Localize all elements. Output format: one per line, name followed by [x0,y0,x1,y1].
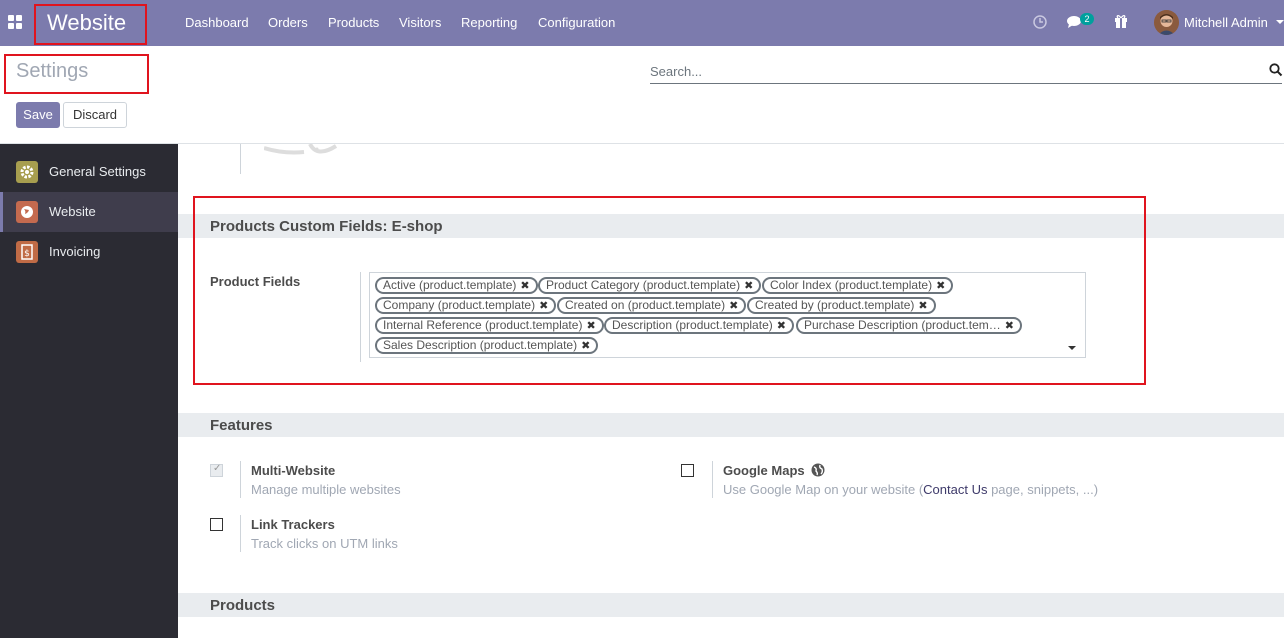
dropdown-caret-icon[interactable] [1068,346,1076,350]
multi-website-description: Manage multiple websites [251,482,401,497]
tag-remove-icon[interactable]: ✖ [729,300,738,312]
tag-remove-icon[interactable]: ✖ [1005,320,1014,332]
product-fields-label: Product Fields [210,274,301,289]
page-title: Settings [16,60,89,82]
menu-configuration[interactable]: Configuration [538,15,615,30]
tag-remove-icon[interactable]: ✖ [539,300,548,312]
tag[interactable]: Sales Description (product.template) ✖ [375,337,599,354]
divider [240,144,241,174]
menu-dashboard[interactable]: Dashboard [185,15,249,30]
sidebar-item-website[interactable]: Website [0,192,178,232]
messages-badge: 2 [1080,13,1094,25]
user-avatar[interactable] [1154,10,1179,35]
divider [240,515,241,552]
settings-content: Products Custom Fields: E-shop Product F… [178,144,1284,638]
sidebar-item-invoicing[interactable]: $ Invoicing [0,232,178,272]
google-maps-checkbox[interactable] [681,464,694,477]
tag[interactable]: Description (product.template) ✖ [604,317,794,334]
tag-remove-icon[interactable]: ✖ [586,320,595,332]
clock-icon[interactable] [1033,13,1047,33]
tag[interactable]: Color Index (product.template) ✖ [762,277,954,294]
menu-visitors[interactable]: Visitors [399,15,441,30]
divider [240,461,241,498]
search-input[interactable] [650,60,1282,84]
google-maps-title: Google Maps [723,463,825,478]
sidebar-item-label: General Settings [49,164,146,179]
multi-website-title: Multi-Website [251,463,336,478]
multi-website-checkbox[interactable] [210,463,223,477]
google-maps-description: Use Google Map on your website (Contact … [723,482,1099,497]
menu-orders[interactable]: Orders [268,15,308,30]
globe-icon [16,201,38,223]
save-button[interactable]: Save [16,102,60,128]
menu-reporting[interactable]: Reporting [461,15,517,30]
tag[interactable]: Created on (product.template) ✖ [557,297,747,314]
tag[interactable]: Company (product.template) ✖ [375,297,557,314]
product-fields-many2many-tags[interactable]: Active (product.template) ✖ Product Categ… [369,272,1086,358]
tag-remove-icon[interactable]: ✖ [918,300,927,312]
tag[interactable]: Internal Reference (product.template) ✖ [375,317,604,334]
svg-text:$: $ [24,249,30,259]
link-trackers-title: Link Trackers [251,517,335,532]
top-navbar: Website Dashboard Orders Products Visito… [0,0,1284,46]
divider [360,272,361,362]
tag-remove-icon[interactable]: ✖ [520,280,529,292]
globe-icon [811,463,825,477]
tag[interactable]: Purchase Description (product.tem… ✖ [796,317,1022,334]
sidebar-item-label: Invoicing [49,244,101,259]
section-title: Features [210,417,273,434]
sidebar-item-general-settings[interactable]: General Settings [0,152,178,192]
search-icon[interactable] [1269,63,1283,77]
user-dropdown-caret-icon[interactable] [1276,20,1284,24]
divider [712,461,713,498]
user-name[interactable]: Mitchell Admin [1184,15,1268,30]
tag[interactable]: Product Category (product.template) ✖ [538,277,762,294]
discard-button[interactable]: Discard [63,102,127,128]
tag-remove-icon[interactable]: ✖ [744,280,753,292]
section-products-header: Products [178,593,1284,617]
tag[interactable]: Created by (product.template) ✖ [747,297,936,314]
link-trackers-description: Track clicks on UTM links [251,536,398,551]
tag-remove-icon[interactable]: ✖ [936,280,945,292]
menu-products[interactable]: Products [328,15,379,30]
app-brand[interactable]: Website [47,10,126,36]
tag-remove-icon[interactable]: ✖ [581,340,590,352]
section-features-header: Features [178,413,1284,437]
settings-sidebar: General Settings Website $ Invoicing [0,144,178,638]
tag-remove-icon[interactable]: ✖ [777,320,786,332]
contact-us-link[interactable]: Contact Us [923,482,987,497]
sidebar-item-label: Website [49,204,96,219]
link-trackers-checkbox[interactable] [210,518,223,531]
apps-menu-icon[interactable] [8,15,24,31]
section-title: Products [210,597,276,614]
invoice-icon: $ [16,241,38,263]
gift-icon[interactable] [1114,13,1128,33]
tag[interactable]: Active (product.template) ✖ [375,277,538,294]
gear-icon [16,161,38,183]
partial-settings-icon [264,144,338,155]
